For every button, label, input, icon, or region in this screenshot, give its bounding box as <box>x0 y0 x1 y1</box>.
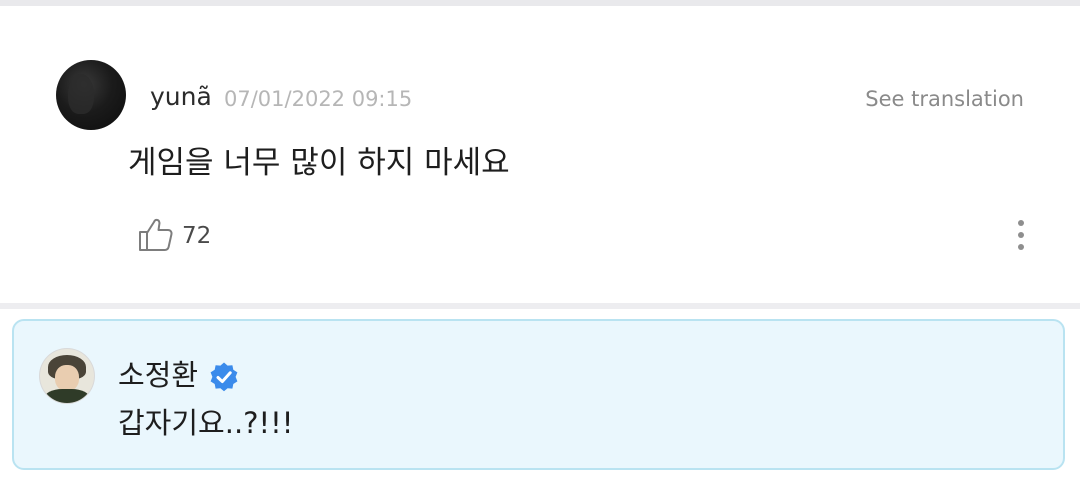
more-vertical-icon-dot-2 <box>1018 232 1024 238</box>
like-button[interactable] <box>136 214 176 254</box>
avatar-jacket <box>44 389 90 403</box>
comment-timestamp: 07/01/2022 09:15 <box>224 87 413 111</box>
reply-avatar[interactable] <box>40 349 94 403</box>
avatar-face <box>55 365 79 391</box>
thumbs-up-icon <box>139 218 173 251</box>
more-vertical-icon-dot-1 <box>1018 220 1024 226</box>
section-divider <box>0 303 1080 309</box>
commenter-username[interactable]: yunã <box>150 82 212 112</box>
see-translation-link[interactable]: See translation <box>865 86 1024 112</box>
verified-badge-icon <box>210 362 238 392</box>
artist-reply-box: 소정환 갑자기요..?!!! <box>12 319 1065 470</box>
comment-text: 게임을 너무 많이 하지 마세요 <box>128 145 510 181</box>
like-count: 72 <box>182 223 212 249</box>
reply-author-name[interactable]: 소정환 <box>118 357 198 393</box>
commenter-avatar[interactable] <box>56 60 126 130</box>
more-vertical-icon-dot-3 <box>1018 244 1024 250</box>
more-options-button[interactable] <box>1008 214 1034 256</box>
avatar-silhouette <box>68 74 94 114</box>
reply-text: 갑자기요..?!!! <box>118 406 294 440</box>
